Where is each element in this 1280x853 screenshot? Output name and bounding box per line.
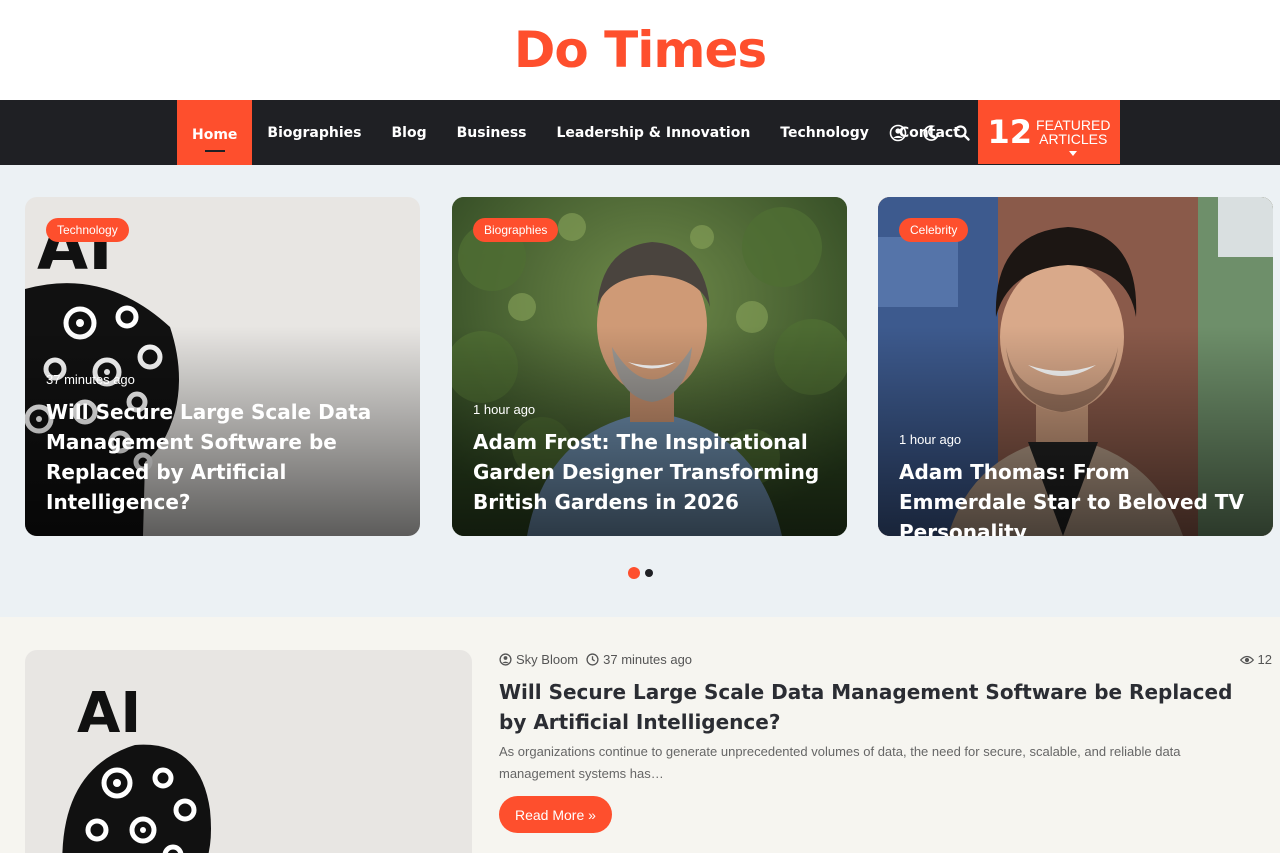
nav-item-biographies[interactable]: Biographies (252, 100, 376, 165)
article-list: AI Sky Bloom 37 minutes ago 12 Will Secu… (0, 617, 1280, 853)
slider-card[interactable]: Celebrity 1 hour ago Adam Thomas: From E… (878, 197, 1273, 536)
article-time: 37 minutes ago (603, 652, 693, 667)
nav-icons (888, 100, 972, 165)
eye-icon (1239, 655, 1254, 664)
slider-dot-active[interactable] (627, 567, 640, 579)
main-nav: Home Biographies Blog Business Leadershi… (0, 100, 1280, 170)
moon-icon[interactable] (920, 123, 940, 143)
slider-card[interactable]: AI Technology 37 minutes ago Will Secure… (25, 197, 420, 536)
article-excerpt: As organizations continue to generate un… (499, 744, 1181, 781)
featured-label: Featured Articles (1036, 118, 1110, 156)
featured-articles-button[interactable]: 12 Featured Articles (978, 100, 1120, 164)
slider-dot[interactable] (644, 569, 653, 577)
category-badge[interactable]: Celebrity (899, 218, 969, 242)
card-time: 1 hour ago (473, 402, 536, 417)
author-name: Sky Bloom (516, 652, 579, 667)
category-badge[interactable]: Technology (46, 218, 129, 242)
nav-item-label: Technology (780, 124, 869, 141)
nav-item-blog[interactable]: Blog (377, 100, 442, 165)
slider-pagination (0, 567, 1280, 579)
site-header: Do Times (0, 0, 1280, 100)
site-logo[interactable]: Do Times (514, 21, 767, 79)
views-count: 12 (1257, 652, 1272, 667)
nav-item-label: Home (192, 127, 238, 143)
nav-item-business[interactable]: Business (442, 100, 542, 165)
nav-item-leadership-innovation[interactable]: Leadership & Innovation (542, 100, 766, 165)
featured-label-line2: Articles (1039, 131, 1108, 147)
user-icon[interactable] (888, 123, 908, 143)
article-meta: Sky Bloom 37 minutes ago (499, 652, 692, 667)
featured-count: 12 (987, 113, 1033, 151)
article-thumbnail[interactable]: AI (25, 650, 472, 853)
search-icon[interactable] (952, 123, 972, 143)
nav-items: Home Biographies Blog Business Leadershi… (177, 100, 975, 170)
nav-item-home[interactable]: Home (177, 100, 253, 170)
article-author[interactable]: Sky Bloom (499, 652, 578, 667)
caret-down-icon (1069, 151, 1078, 156)
card-title[interactable]: Adam Frost: The Inspirational Garden Des… (473, 427, 821, 517)
card-title[interactable]: Will Secure Large Scale Data Management … (46, 397, 394, 517)
nav-item-label: Business (456, 124, 527, 141)
ai-art-text: AI (77, 681, 141, 746)
slider-card[interactable]: Biographies 1 hour ago Adam Frost: The I… (452, 197, 847, 536)
nav-item-label: Blog (391, 124, 427, 141)
card-time: 37 minutes ago (46, 372, 135, 387)
featured-slider: AI Technology 37 minutes ago Will Secure… (0, 165, 1280, 617)
card-title[interactable]: Adam Thomas: From Emmerdale Star to Belo… (899, 457, 1247, 536)
nav-item-technology[interactable]: Technology (765, 100, 884, 165)
user-icon (499, 653, 512, 666)
read-more-button[interactable]: Read More » (499, 796, 612, 833)
nav-item-label: Biographies (267, 124, 362, 141)
clock-icon (586, 653, 599, 666)
article-date: 37 minutes ago (586, 652, 692, 667)
article-views: 12 (1239, 652, 1272, 667)
category-badge[interactable]: Biographies (473, 218, 559, 242)
card-time: 1 hour ago (899, 432, 962, 447)
nav-item-label: Leadership & Innovation (556, 124, 751, 141)
article-title[interactable]: Will Secure Large Scale Data Management … (499, 677, 1239, 737)
